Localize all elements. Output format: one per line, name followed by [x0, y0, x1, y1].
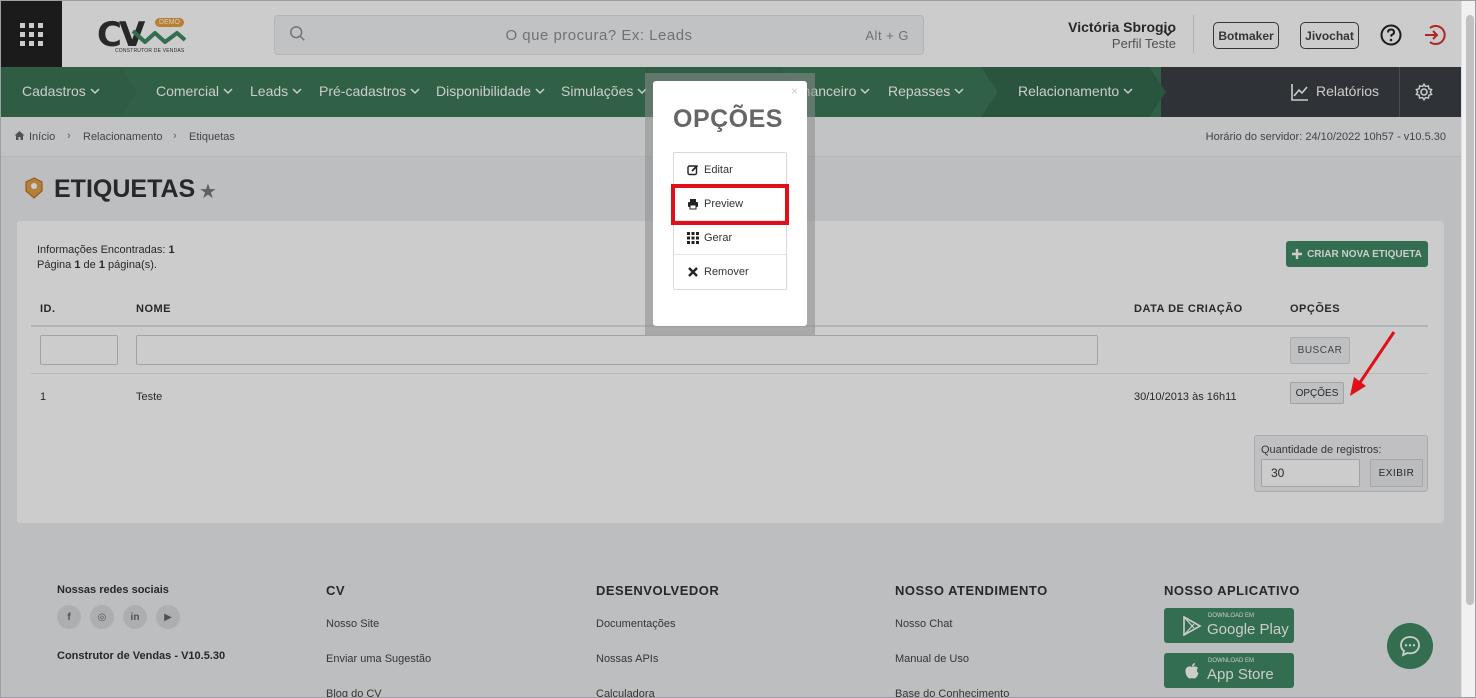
close-icon: [688, 267, 698, 277]
browser-frame: CV DEMO CONSTRUTOR DE VENDAS O que procu…: [0, 0, 1476, 698]
page-scrollbar[interactable]: [1461, 1, 1475, 697]
modal-title: OPÇÕES: [673, 105, 783, 133]
preview-highlight-box: [671, 184, 789, 225]
scrollbar-thumb[interactable]: [1466, 15, 1474, 605]
grid-icon: [687, 231, 699, 244]
option-gerar[interactable]: Gerar: [674, 221, 786, 255]
option-label: Gerar: [704, 231, 733, 244]
red-arrow-annotation: [1350, 331, 1396, 396]
close-icon[interactable]: ×: [791, 84, 798, 98]
option-remover[interactable]: Remover: [674, 255, 786, 289]
option-editar[interactable]: Editar: [674, 153, 786, 187]
option-label: Editar: [704, 163, 733, 176]
option-label: Remover: [704, 266, 749, 278]
edit-icon: [687, 164, 699, 175]
